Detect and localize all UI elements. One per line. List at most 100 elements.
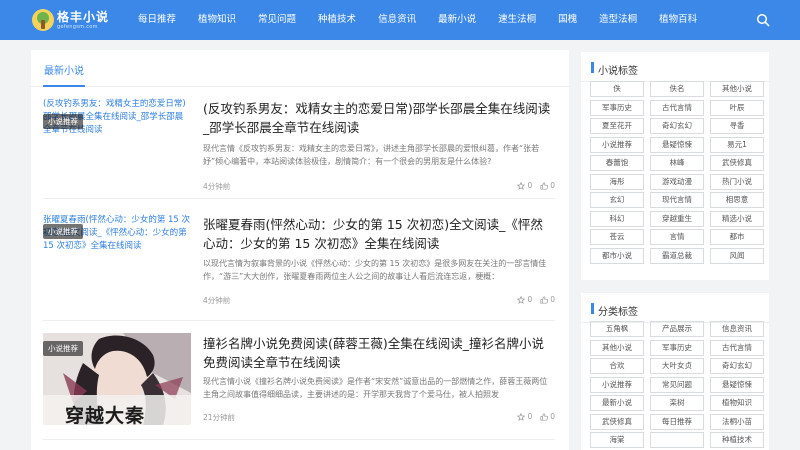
tag-link[interactable]: 古代言情	[650, 99, 704, 116]
favorite-count[interactable]: 0	[517, 412, 532, 421]
tree-logo-icon	[32, 9, 54, 31]
tag-link[interactable]: 最新小说	[590, 395, 644, 411]
tag-link[interactable]: 相思意	[710, 192, 764, 208]
tag-link[interactable]: 法桐小苗	[710, 413, 764, 430]
post-title[interactable]: 撞衫名牌小说免费阅读(薛蓉王薇)全集在线阅读_撞衫名牌小说免费阅读全章节在线阅读	[203, 334, 555, 372]
novel-tag-cloud: 佚 佚名 其他小说 军事历史 古代言情 叶辰 夏至花开 奇幻玄幻 寻香 小说推荐…	[590, 81, 764, 264]
post-title[interactable]: 张曜夏春雨(怦然心动：少女的第 15 次初恋)全文阅读_《怦然心动：少女的第 1…	[203, 215, 555, 253]
tag-link[interactable]: 海彤	[590, 173, 644, 190]
logo-subtitle: gefengsm.com	[57, 23, 98, 30]
tag-link[interactable]: 海棠	[590, 432, 644, 448]
widget-accent-bar	[591, 62, 594, 73]
tag-link[interactable]: 风闻	[710, 247, 764, 264]
nav-item-plant-knowledge[interactable]: 植物知识	[198, 0, 236, 40]
tag-link[interactable]: 其他小说	[710, 81, 764, 97]
nav-item-shaped-plane[interactable]: 造型法桐	[599, 0, 637, 40]
post-stats: 0 0	[509, 412, 555, 421]
tag-link[interactable]: 霸道总裁	[650, 247, 704, 264]
category-badge[interactable]: 小说推荐	[43, 114, 83, 129]
tag-link[interactable]: 其他小说	[590, 339, 644, 356]
tag-link[interactable]: 都市	[710, 229, 764, 245]
site-logo[interactable]: 格丰小说 gefengsm.com	[32, 7, 109, 33]
tag-link[interactable]: 玄幻	[590, 192, 644, 208]
post-item: 小说推荐 穿越大秦 撞衫名牌小说免费阅读(薛蓉王薇)全集在线阅读_撞衫名牌小说免…	[43, 322, 555, 440]
post-time: 4分钟前	[203, 182, 231, 191]
tag-link[interactable]: 产品展示	[650, 321, 704, 337]
favorite-count[interactable]: 0	[517, 181, 532, 190]
tag-link[interactable]: 信息资讯	[710, 321, 764, 337]
thumbs-up-icon	[540, 412, 549, 421]
tag-link[interactable]: 武侠修真	[710, 155, 764, 171]
search-icon[interactable]	[756, 13, 770, 27]
post-item: (反攻钓系男友：戏精女主的恋爱日常)邵学长邵晨全集在线阅读_邵学长邵晨全章节在线…	[43, 88, 555, 199]
post-thumbnail[interactable]: 张曜夏春雨(怦然心动：少女的第 15 次初恋)全文阅读_《怦然心动：少女的第 1…	[43, 214, 191, 306]
star-icon	[517, 412, 526, 421]
post-thumbnail[interactable]: (反攻钓系男友：戏精女主的恋爱日常)邵学长邵晨全集在线阅读_邵学长邵晨全章节在线…	[43, 98, 191, 190]
nav-item-locust[interactable]: 国槐	[558, 0, 577, 40]
category-badge[interactable]: 小说推荐	[43, 341, 83, 356]
tag-link[interactable]: 合欢	[590, 358, 644, 374]
thumbs-up-icon	[540, 181, 549, 190]
nav-item-plant-wiki[interactable]: 植物百科	[659, 0, 697, 40]
tag-link[interactable]: 古代言情	[710, 339, 764, 356]
tag-link[interactable]: 苍云	[590, 229, 644, 245]
tag-link[interactable]: 武侠修真	[590, 413, 644, 430]
tag-link[interactable]: 悬疑惊悚	[650, 136, 704, 153]
tag-link[interactable]: 奇幻玄幻	[710, 358, 764, 374]
nav-item-fast-plane[interactable]: 速生法桐	[498, 0, 536, 40]
tag-link[interactable]: 大叶女贞	[650, 358, 704, 374]
tag-link[interactable]: 小说推荐	[590, 136, 644, 153]
tag-link[interactable]: 科幻	[590, 210, 644, 227]
tag-link[interactable]: 军事历史	[650, 339, 704, 356]
tag-link[interactable]: 佚名	[650, 81, 704, 97]
like-count[interactable]: 0	[540, 181, 555, 190]
panel-header: 最新小说	[31, 50, 569, 87]
category-badge[interactable]: 小说推荐	[43, 224, 83, 239]
tag-link[interactable]: 游戏动漫	[650, 173, 704, 190]
nav-item-faq[interactable]: 常见问题	[258, 0, 296, 40]
post-excerpt: 现代言情小说《撞衫名牌小说免费阅读》是作者“宋安然”诚意出品的一部燃情之作，薛蓉…	[203, 377, 548, 399]
tag-link[interactable]: 军事历史	[590, 99, 644, 116]
tag-link[interactable]	[650, 432, 704, 448]
tag-link[interactable]: 种植技术	[710, 432, 764, 448]
tag-link[interactable]: 现代言情	[650, 192, 704, 208]
like-count[interactable]: 0	[540, 412, 555, 421]
tag-link[interactable]: 栾树	[650, 395, 704, 411]
tag-link[interactable]: 都市小说	[590, 247, 644, 264]
favorite-count[interactable]: 0	[517, 295, 532, 304]
tag-link[interactable]: 叶辰	[710, 99, 764, 116]
tag-link[interactable]: 常见问题	[650, 376, 704, 393]
tag-link[interactable]: 春蕾饱	[590, 155, 644, 171]
post-time: 21分钟前	[203, 413, 236, 422]
widget-header: 分类标签	[581, 293, 769, 323]
post-title[interactable]: (反攻钓系男友：戏精女主的恋爱日常)邵学长邵晨全集在线阅读_邵学长邵晨全章节在线…	[203, 99, 555, 137]
tag-link[interactable]: 寻香	[710, 118, 764, 134]
tag-link[interactable]: 每日推荐	[650, 413, 704, 430]
nav-item-news[interactable]: 信息资讯	[378, 0, 416, 40]
tag-link[interactable]: 林峰	[650, 155, 704, 171]
tag-link[interactable]: 热门小说	[710, 173, 764, 190]
tag-link[interactable]: 五角枫	[590, 321, 644, 337]
title-underline	[43, 85, 85, 87]
main-nav: 每日推荐 植物知识 常见问题 种植技术 信息资讯 最新小说 速生法桐 国槐 造型…	[138, 0, 719, 40]
novel-tags-widget: 小说标签 佚 佚名 其他小说 军事历史 古代言情 叶辰 夏至花开 奇幻玄幻 寻香…	[581, 52, 769, 280]
post-item: 张曜夏春雨(怦然心动：少女的第 15 次初恋)全文阅读_《怦然心动：少女的第 1…	[43, 200, 555, 321]
tag-link[interactable]: 小说推荐	[590, 376, 644, 393]
tag-link[interactable]: 易元1	[710, 136, 764, 153]
post-thumbnail[interactable]: 小说推荐 穿越大秦	[43, 333, 191, 425]
tag-link[interactable]: 佚	[590, 81, 644, 97]
site-header: 格丰小说 gefengsm.com 每日推荐 植物知识 常见问题 种植技术 信息…	[0, 0, 800, 40]
tag-link[interactable]: 言情	[650, 229, 704, 245]
like-count[interactable]: 0	[540, 295, 555, 304]
tag-link[interactable]: 奇幻玄幻	[650, 118, 704, 134]
nav-item-latest-novels[interactable]: 最新小说	[438, 0, 476, 40]
tag-link[interactable]: 悬疑惊悚	[710, 376, 764, 393]
nav-item-daily[interactable]: 每日推荐	[138, 0, 176, 40]
tag-link[interactable]: 精选小说	[710, 210, 764, 227]
category-tags-widget: 分类标签 五角枫 产品展示 信息资讯 其他小说 军事历史 古代言情 合欢 大叶女…	[581, 293, 769, 450]
nav-item-planting[interactable]: 种植技术	[318, 0, 356, 40]
tag-link[interactable]: 穿越重生	[650, 210, 704, 227]
tag-link[interactable]: 夏至花开	[590, 118, 644, 134]
tag-link[interactable]: 植物知识	[710, 395, 764, 411]
post-stats: 0 0	[509, 295, 555, 304]
